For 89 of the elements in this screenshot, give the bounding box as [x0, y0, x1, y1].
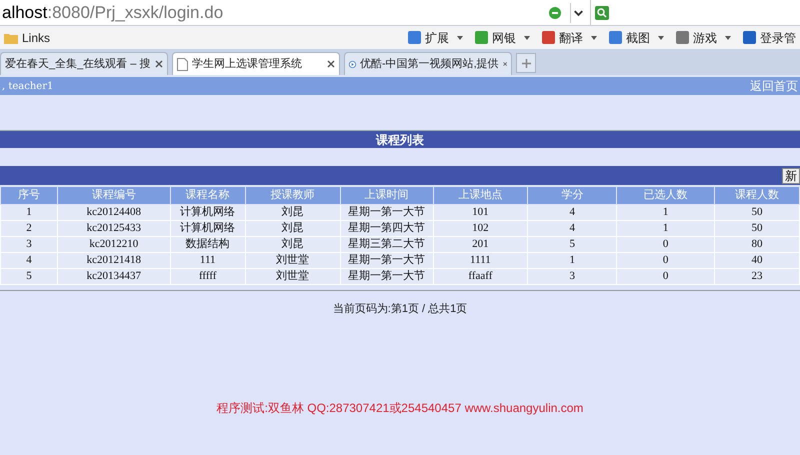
panel-title-bar: 课程列表 — [0, 130, 800, 148]
table-cell: 102 — [433, 220, 528, 236]
table-cell: 1111 — [433, 252, 528, 268]
tool-icon — [743, 31, 756, 44]
table-cell: kc20124408 — [57, 204, 170, 220]
tool-icon — [408, 31, 421, 44]
table-cell: 80 — [714, 236, 800, 252]
table-cell: 计算机网络 — [170, 204, 246, 220]
table-cell: 0 — [616, 268, 715, 284]
table-cell: 0 — [616, 236, 715, 252]
table-cell: 4 — [528, 220, 617, 236]
toolbar-button[interactable]: 游戏 — [676, 28, 731, 46]
caret-icon — [658, 36, 664, 40]
table-cell: 星期三第二大节 — [340, 236, 433, 252]
column-header: 课程人数 — [714, 186, 800, 204]
table-cell: 星期一第一大节 — [340, 204, 433, 220]
add-button[interactable]: 新 — [782, 168, 800, 184]
toolbar-button[interactable]: 扩展 — [408, 28, 463, 46]
toolbar-button[interactable]: 网银 — [475, 28, 530, 46]
table-cell: 1 — [616, 220, 715, 236]
table-cell: 刘世堂 — [245, 252, 340, 268]
close-icon — [155, 60, 163, 68]
table-cell: 4 — [528, 204, 617, 220]
tool-icon — [676, 31, 689, 44]
close-icon — [502, 60, 507, 68]
table-cell: 1 — [0, 204, 58, 220]
table-cell: 星期一第一大节 — [340, 268, 433, 284]
tool-icon — [542, 31, 555, 44]
folder-icon — [4, 32, 18, 44]
pagination-text: 当前页码为:第1页 / 总共1页 — [332, 302, 468, 316]
table-cell: kc20134437 — [57, 268, 170, 284]
column-header: 课程名称 — [170, 186, 246, 204]
table-cell: kc2012210 — [57, 236, 170, 252]
plus-icon — [522, 58, 530, 68]
close-icon — [327, 60, 335, 68]
browser-tab[interactable]: 优酷-中国第一视频网站,提供 — [344, 52, 512, 75]
caret-icon — [524, 36, 530, 40]
column-header: 学分 — [528, 186, 617, 204]
tool-icon — [475, 31, 488, 44]
table-cell: 23 — [714, 268, 800, 284]
column-header: 序号 — [0, 186, 58, 204]
caret-icon — [591, 36, 597, 40]
table-cell: 50 — [714, 220, 800, 236]
table-cell: 刘昆 — [245, 204, 340, 220]
table-cell: 1 — [616, 204, 715, 220]
table-cell: 1 — [528, 252, 617, 268]
table-cell: 计算机网络 — [170, 220, 246, 236]
column-header: 上课时间 — [340, 186, 433, 204]
tool-icon — [609, 31, 622, 44]
search-icon — [595, 6, 609, 20]
table-cell: 2 — [0, 220, 58, 236]
table-cell: 3 — [528, 268, 617, 284]
user-name: , teacher1 — [2, 80, 54, 94]
table-cell: fffff — [170, 268, 246, 284]
footer-text: 程序测试:双鱼林 QQ:287307421或254540457 www.shuangyulin.com — [216, 400, 584, 417]
table-cell: 201 — [433, 236, 528, 252]
table-cell: 3 — [0, 236, 58, 252]
table-cell: 5 — [0, 268, 58, 284]
table-cell: 4 — [0, 252, 58, 268]
table-cell: ffaaff — [433, 268, 528, 284]
column-header: 上课地点 — [433, 186, 528, 204]
new-tab-button[interactable] — [516, 53, 536, 73]
caret-icon — [725, 36, 731, 40]
table-cell: 5 — [528, 236, 617, 252]
browser-tab[interactable]: 学生网上选课管理系统 — [172, 52, 340, 75]
toolbar-button[interactable]: 登录管 — [743, 28, 796, 46]
table-cell: 星期一第一大节 — [340, 252, 433, 268]
table-cell: kc20121418 — [57, 252, 170, 268]
table-cell: 刘昆 — [245, 220, 340, 236]
column-header: 课程编号 — [57, 186, 170, 204]
table-cell: 数据结构 — [170, 236, 246, 252]
column-header: 已选人数 — [616, 186, 715, 204]
toolbar-button[interactable]: 翻译 — [542, 28, 597, 46]
table-cell: 111 — [170, 252, 246, 268]
browser-tab[interactable]: 爱在春天_全集_在线观看 – 搜 — [0, 52, 168, 75]
table-cell: 刘昆 — [245, 236, 340, 252]
toolbar-button[interactable]: 截图 — [609, 28, 664, 46]
table-cell: 星期一第四大节 — [340, 220, 433, 236]
table-cell: 0 — [616, 252, 715, 268]
table-cell: kc20125433 — [57, 220, 170, 236]
bookmark-link[interactable]: Links — [4, 28, 50, 46]
table-cell: 101 — [433, 204, 528, 220]
column-header: 授课教师 — [245, 186, 340, 204]
dropdown-icon[interactable] — [570, 2, 586, 22]
page-icon — [177, 58, 188, 70]
table-cell: 40 — [714, 252, 800, 268]
caret-icon — [457, 36, 463, 40]
table-cell: 50 — [714, 204, 800, 220]
table-cell: 刘世堂 — [245, 268, 340, 284]
